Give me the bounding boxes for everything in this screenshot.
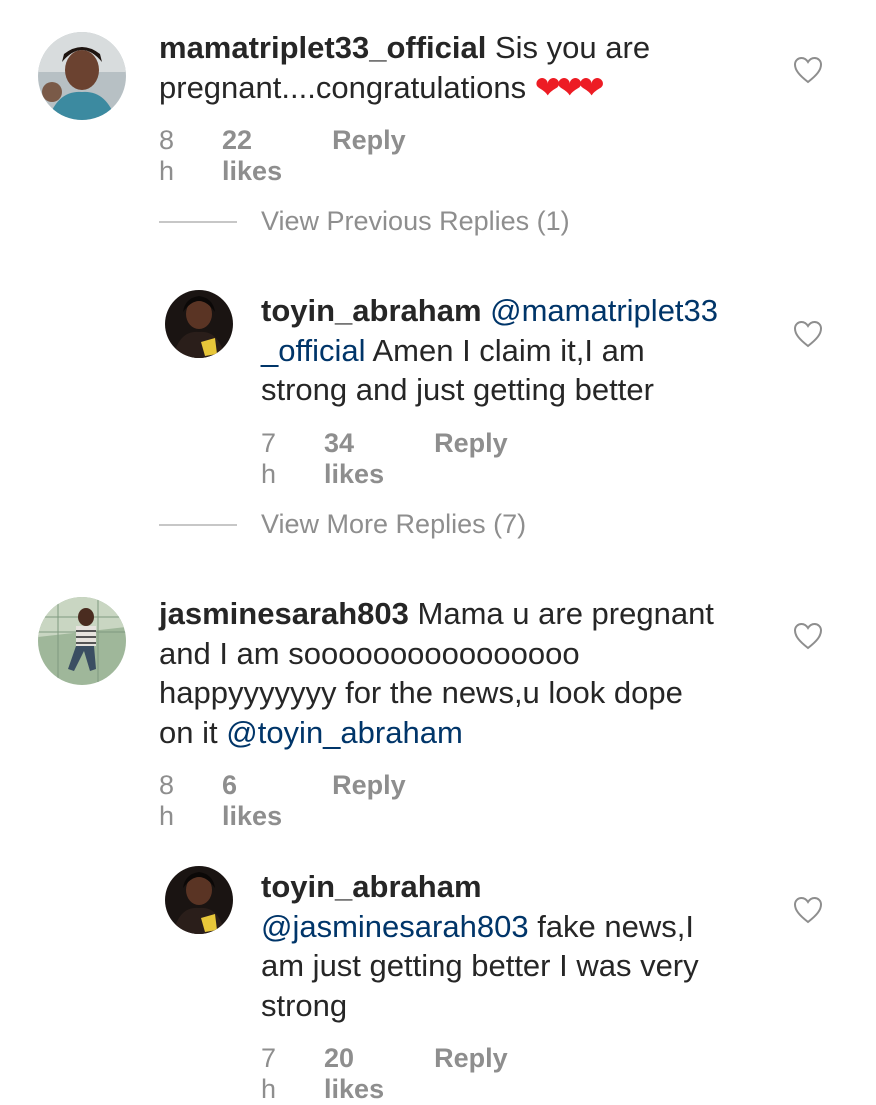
heart-outline-icon[interactable] (793, 56, 823, 84)
heart-outline-icon[interactable] (793, 896, 823, 924)
comment-meta: 7 h 34 likes Reply (261, 428, 508, 490)
reply-button[interactable]: Reply (332, 770, 406, 801)
mention-link[interactable]: @toyin_abraham (226, 715, 463, 750)
avatar[interactable] (38, 597, 126, 685)
likes-count[interactable]: 20 likes (324, 1043, 384, 1105)
likes-count[interactable]: 34 likes (324, 428, 384, 490)
reply-button[interactable]: Reply (434, 428, 508, 459)
timestamp: 7 h (261, 428, 277, 489)
view-previous-replies[interactable]: View Previous Replies (1) (159, 206, 570, 237)
comment-body-cont: strong and just getting better (261, 372, 654, 407)
comment-body: fake news,I (537, 908, 694, 944)
username[interactable]: toyin_abraham (261, 869, 482, 904)
view-more-replies[interactable]: View More Replies (7) (159, 509, 526, 540)
avatar[interactable] (165, 866, 233, 934)
avatar[interactable] (165, 290, 233, 358)
view-previous-replies-label: View Previous Replies (1) (261, 206, 570, 236)
view-more-replies-label: View More Replies (7) (261, 509, 527, 539)
red-heart-emoji-icon: ❤❤❤ (534, 69, 605, 105)
mention-link[interactable]: @jasminesarah803 (261, 909, 529, 944)
reply-button[interactable]: Reply (332, 125, 406, 156)
avatar[interactable] (38, 32, 126, 120)
likes-count[interactable]: 22 likes (222, 125, 282, 187)
comment-body-cont: pregnant....congratulations (159, 69, 527, 105)
divider-line (159, 523, 237, 526)
timestamp: 7 h (261, 1043, 277, 1104)
comment-body-cont: happyyyyyyy for the news,u look dope (159, 675, 683, 710)
mention-link[interactable]: @mamatriplet33 (490, 293, 718, 328)
comment-meta: 8 h 22 likes Reply (159, 125, 406, 187)
mention-link-cont[interactable]: _official (261, 333, 366, 368)
comment-body: Mama u are pregnant (417, 596, 714, 631)
comment-body: Amen I claim it,I am (372, 332, 645, 368)
divider-line (159, 220, 237, 223)
comment-text: jasminesarah803 Mama u are pregnant and … (159, 594, 779, 752)
comment-meta: 8 h 6 likes Reply (159, 770, 406, 832)
timestamp: 8 h (159, 770, 175, 831)
comment-body: Sis you are (494, 30, 651, 65)
heart-outline-icon[interactable] (793, 320, 823, 348)
avatar-photo (165, 866, 233, 934)
avatar-photo (165, 290, 233, 358)
avatar-photo (38, 597, 126, 685)
username[interactable]: jasminesarah803 (159, 596, 409, 631)
comment-text: mamatriplet33_official Sis you are pregn… (159, 28, 779, 107)
comment-text: toyin_abraham @mamatriplet33 _official A… (261, 291, 771, 410)
likes-count[interactable]: 6 likes (222, 770, 282, 832)
avatar-photo (38, 32, 126, 120)
comment-body-cont: strong (261, 987, 348, 1023)
timestamp: 8 h (159, 125, 175, 186)
username[interactable]: toyin_abraham (261, 293, 482, 328)
username[interactable]: mamatriplet33_official (159, 30, 486, 65)
comment-body-cont: on it (159, 714, 218, 750)
reply-button[interactable]: Reply (434, 1043, 508, 1074)
comment-body-cont: and I am soooooooooooooooo (159, 635, 580, 671)
comment-meta: 7 h 20 likes Reply (261, 1043, 508, 1105)
comment-text: toyin_abraham @jasminesarah803 fake news… (261, 867, 771, 1025)
comment-body-cont: am just getting better I was very (261, 948, 699, 983)
heart-outline-icon[interactable] (793, 622, 823, 650)
